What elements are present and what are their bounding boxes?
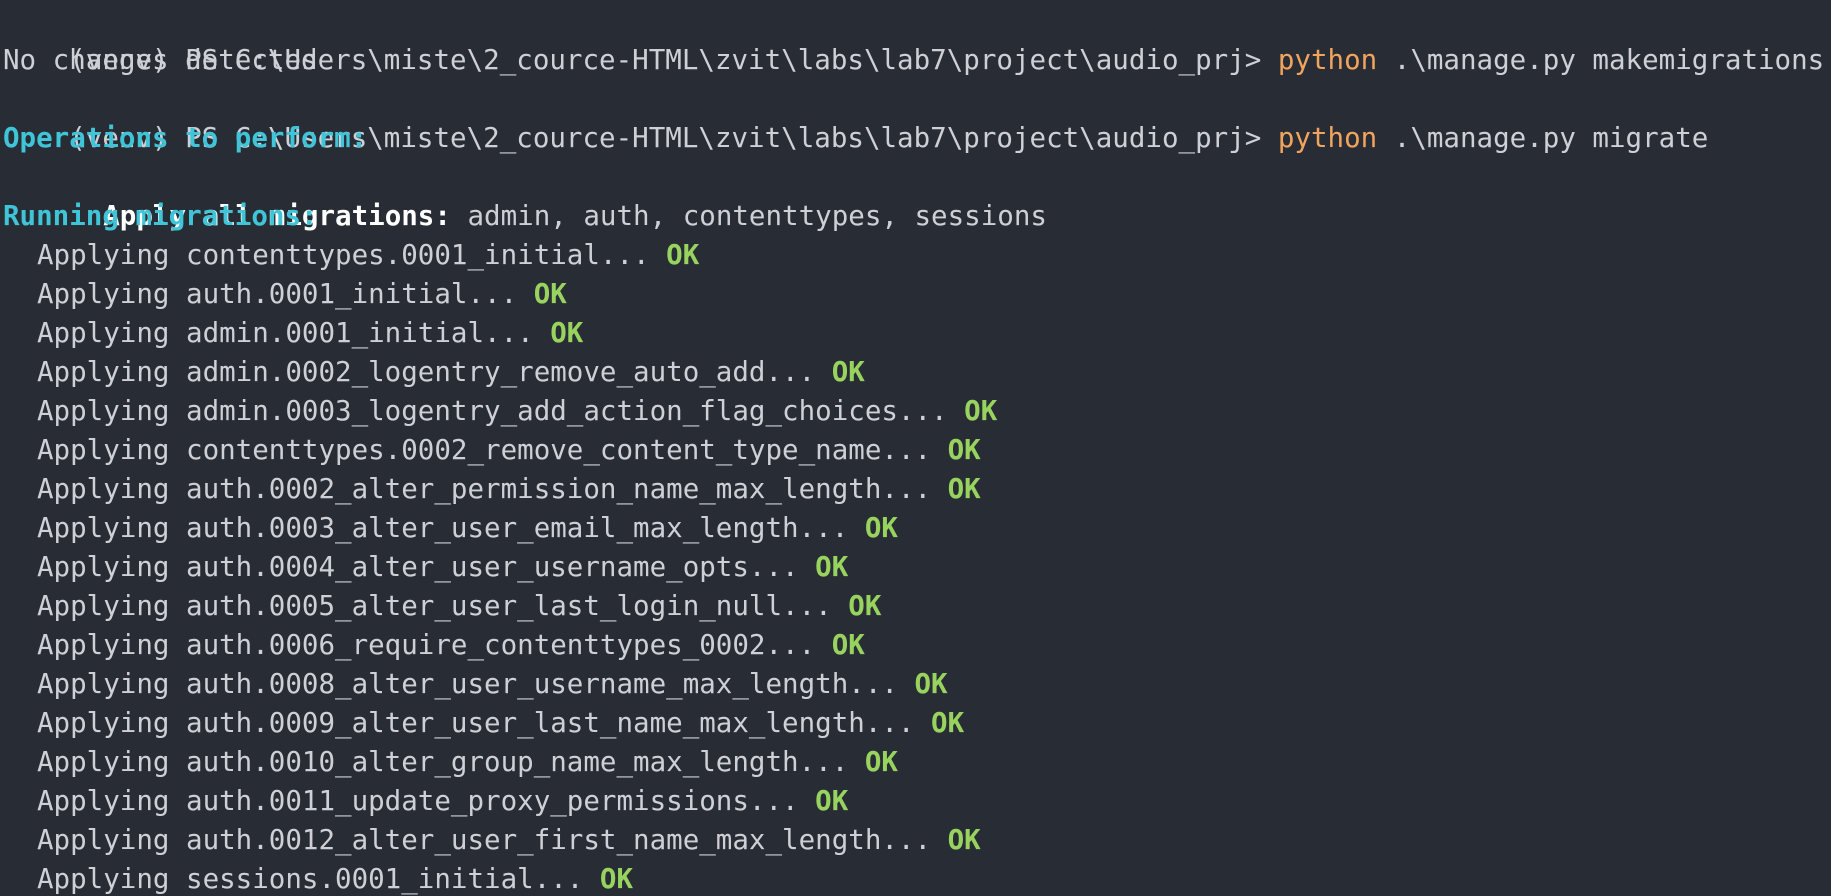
migration-text: Applying contenttypes.0001_initial... bbox=[37, 239, 667, 271]
prompt-line: (venv) PS C:\Users\miste\2_cource-HTML\z… bbox=[3, 80, 1831, 154]
apply-all-value: admin, auth, contenttypes, sessions bbox=[450, 200, 1047, 232]
prompt-path: PS C:\Users\miste\2_cource-HTML\zvit\lab… bbox=[168, 44, 1278, 76]
migration-text: Applying sessions.0001_initial... bbox=[37, 863, 600, 895]
migration-status: OK bbox=[599, 863, 634, 895]
migration-status: OK bbox=[666, 239, 700, 271]
migration-line: Applying auth.0009_alter_user_last_name_… bbox=[3, 704, 1831, 743]
apply-all-line: Apply all migrations: admin, auth, conte… bbox=[3, 158, 1831, 232]
migration-line: Applying auth.0012_alter_user_first_name… bbox=[3, 821, 1831, 860]
command-name: python bbox=[1277, 122, 1378, 154]
migration-line: Applying auth.0006_require_contenttypes_… bbox=[3, 626, 1831, 665]
migration-status: OK bbox=[815, 785, 849, 817]
migration-line: Applying admin.0001_initial... OK bbox=[3, 314, 1831, 353]
migration-text: Applying auth.0003_alter_user_email_max_… bbox=[37, 512, 865, 544]
command-args: .\manage.py migrate bbox=[1377, 122, 1709, 154]
migrations-list: Applying contenttypes.0001_initial... OK… bbox=[3, 236, 1831, 896]
migration-line: Applying auth.0010_alter_group_name_max_… bbox=[3, 743, 1831, 782]
command-args: .\manage.py makemigrations bbox=[1377, 44, 1825, 76]
migration-status: OK bbox=[947, 434, 981, 466]
migration-text: Applying admin.0003_logentry_add_action_… bbox=[37, 395, 965, 427]
migration-text: Applying admin.0002_logentry_remove_auto… bbox=[37, 356, 832, 388]
migration-status: OK bbox=[864, 746, 898, 778]
migration-text: Applying auth.0010_alter_group_name_max_… bbox=[37, 746, 865, 778]
migration-text: Applying auth.0009_alter_user_last_name_… bbox=[37, 707, 932, 739]
migration-line: Applying sessions.0001_initial... OK bbox=[3, 860, 1831, 896]
migration-status: OK bbox=[931, 707, 965, 739]
migration-status: OK bbox=[947, 473, 981, 505]
migration-status: OK bbox=[550, 317, 584, 349]
migration-line: Applying auth.0004_alter_user_username_o… bbox=[3, 548, 1831, 587]
migration-text: Applying auth.0006_require_contenttypes_… bbox=[37, 629, 832, 661]
migration-status: OK bbox=[831, 356, 865, 388]
migration-text: Applying auth.0011_update_proxy_permissi… bbox=[37, 785, 816, 817]
migration-text: Applying auth.0001_initial... bbox=[37, 278, 534, 310]
migration-line: Applying auth.0002_alter_permission_name… bbox=[3, 470, 1831, 509]
migration-text: Applying auth.0008_alter_user_username_m… bbox=[37, 668, 915, 700]
migration-status: OK bbox=[914, 668, 948, 700]
migration-text: Applying admin.0001_initial... bbox=[37, 317, 551, 349]
migration-line: Applying auth.0005_alter_user_last_login… bbox=[3, 587, 1831, 626]
migration-status: OK bbox=[864, 512, 898, 544]
migration-line: Applying contenttypes.0002_remove_conten… bbox=[3, 431, 1831, 470]
migration-text: Applying auth.0004_alter_user_username_o… bbox=[37, 551, 816, 583]
migration-status: OK bbox=[831, 629, 865, 661]
migration-text: Applying auth.0002_alter_permission_name… bbox=[37, 473, 948, 505]
migration-status: OK bbox=[947, 824, 981, 856]
migration-status: OK bbox=[533, 278, 567, 310]
migration-line: Applying contenttypes.0001_initial... OK bbox=[3, 236, 1831, 275]
migration-line: Applying auth.0008_alter_user_username_m… bbox=[3, 665, 1831, 704]
prompt-line: (venv) PS C:\Users\miste\2_cource-HTML\z… bbox=[3, 2, 1831, 76]
migration-line: Applying auth.0003_alter_user_email_max_… bbox=[3, 509, 1831, 548]
migration-text: Applying auth.0005_alter_user_last_login… bbox=[37, 590, 849, 622]
migration-text: Applying auth.0012_alter_user_first_name… bbox=[37, 824, 948, 856]
migration-line: Applying auth.0011_update_proxy_permissi… bbox=[3, 782, 1831, 821]
terminal-window[interactable]: (venv) PS C:\Users\miste\2_cource-HTML\z… bbox=[0, 0, 1831, 896]
migration-line: Applying auth.0001_initial... OK bbox=[3, 275, 1831, 314]
migration-line: Applying admin.0003_logentry_add_action_… bbox=[3, 392, 1831, 431]
migration-status: OK bbox=[815, 551, 849, 583]
migration-status: OK bbox=[964, 395, 998, 427]
migration-text: Applying contenttypes.0002_remove_conten… bbox=[37, 434, 948, 466]
command-name: python bbox=[1277, 44, 1378, 76]
migration-line: Applying admin.0002_logentry_remove_auto… bbox=[3, 353, 1831, 392]
migration-status: OK bbox=[848, 590, 882, 622]
